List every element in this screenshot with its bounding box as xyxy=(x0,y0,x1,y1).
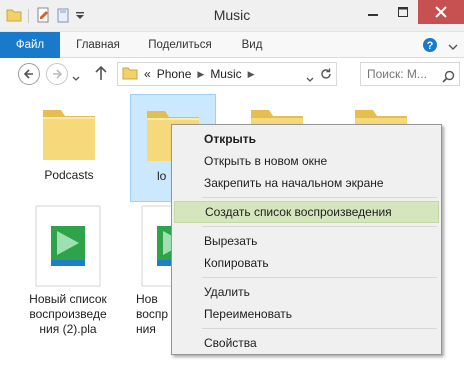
overflow-crumb[interactable]: « xyxy=(144,67,151,81)
item-label-line-1: Новый список xyxy=(29,292,107,306)
tab-view[interactable]: Вид xyxy=(232,32,272,58)
minimize-button[interactable] xyxy=(358,0,388,24)
chevron-down-icon[interactable] xyxy=(448,40,458,54)
address-bar[interactable]: « Phone ▶ Music ▶ xyxy=(117,62,337,86)
search-box[interactable] xyxy=(360,62,460,86)
tab-home[interactable]: Главная xyxy=(68,32,128,58)
menu-item-open-new-window[interactable]: Открыть в новом окне xyxy=(174,150,439,172)
item-label-line-3: ния (2).pla xyxy=(39,322,97,336)
tab-share[interactable]: Поделиться xyxy=(142,32,218,58)
playlist-file-icon xyxy=(35,205,101,287)
breadcrumb-phone[interactable]: Phone xyxy=(157,67,192,81)
address-history-button[interactable] xyxy=(306,72,314,86)
tab-file[interactable]: Файл xyxy=(0,32,60,58)
menu-item-open[interactable]: Открыть xyxy=(174,128,439,150)
arrow-left-icon xyxy=(23,69,33,79)
chevron-right-icon[interactable]: ▶ xyxy=(197,69,204,80)
menu-separator xyxy=(202,277,437,278)
menu-separator xyxy=(202,197,437,198)
up-button[interactable] xyxy=(94,64,108,85)
breadcrumb-music[interactable]: Music xyxy=(210,67,241,81)
search-icon[interactable] xyxy=(442,68,455,90)
close-icon xyxy=(435,6,447,18)
svg-text:?: ? xyxy=(427,40,434,52)
item-label: Podcasts xyxy=(44,168,94,182)
folder-icon xyxy=(122,66,138,83)
context-menu: Открыть Открыть в новом окне Закрепить н… xyxy=(171,124,442,355)
window-controls xyxy=(358,0,464,24)
item-label-line-2: воспроизведе xyxy=(29,307,107,321)
recent-locations-button[interactable] xyxy=(72,71,80,85)
refresh-icon[interactable] xyxy=(319,67,333,84)
menu-separator xyxy=(202,226,437,227)
search-input[interactable] xyxy=(367,67,447,81)
menu-separator xyxy=(202,328,437,329)
folder-icon xyxy=(43,110,95,160)
menu-item-properties[interactable]: Свойства xyxy=(174,332,439,354)
menu-item-delete[interactable]: Удалить xyxy=(174,281,439,303)
forward-button[interactable] xyxy=(46,63,68,85)
menu-item-copy[interactable]: Копировать xyxy=(174,252,439,274)
title-bar: Music xyxy=(0,0,464,32)
arrow-up-icon xyxy=(95,65,107,80)
menu-item-create-playlist[interactable]: Создать список воспроизведения xyxy=(174,201,439,223)
close-button[interactable] xyxy=(418,0,464,24)
back-button[interactable] xyxy=(18,63,40,85)
maximize-button[interactable] xyxy=(388,0,418,24)
arrow-right-icon xyxy=(53,69,63,79)
chevron-right-icon[interactable]: ▶ xyxy=(248,69,255,80)
menu-item-pin-to-start[interactable]: Закрепить на начальном экране xyxy=(174,172,439,194)
menu-item-rename[interactable]: Переименовать xyxy=(174,303,439,325)
navigation-bar: « Phone ▶ Music ▶ xyxy=(0,58,464,90)
ribbon-tabs: Файл Главная Поделиться Вид ? xyxy=(0,32,464,58)
playlist-file-item[interactable]: Новый список воспроизведе ния (2).pla xyxy=(18,204,118,344)
menu-item-cut[interactable]: Вырезать xyxy=(174,230,439,252)
folder-item-podcasts[interactable]: Podcasts xyxy=(26,96,112,200)
help-icon[interactable]: ? xyxy=(422,37,438,53)
